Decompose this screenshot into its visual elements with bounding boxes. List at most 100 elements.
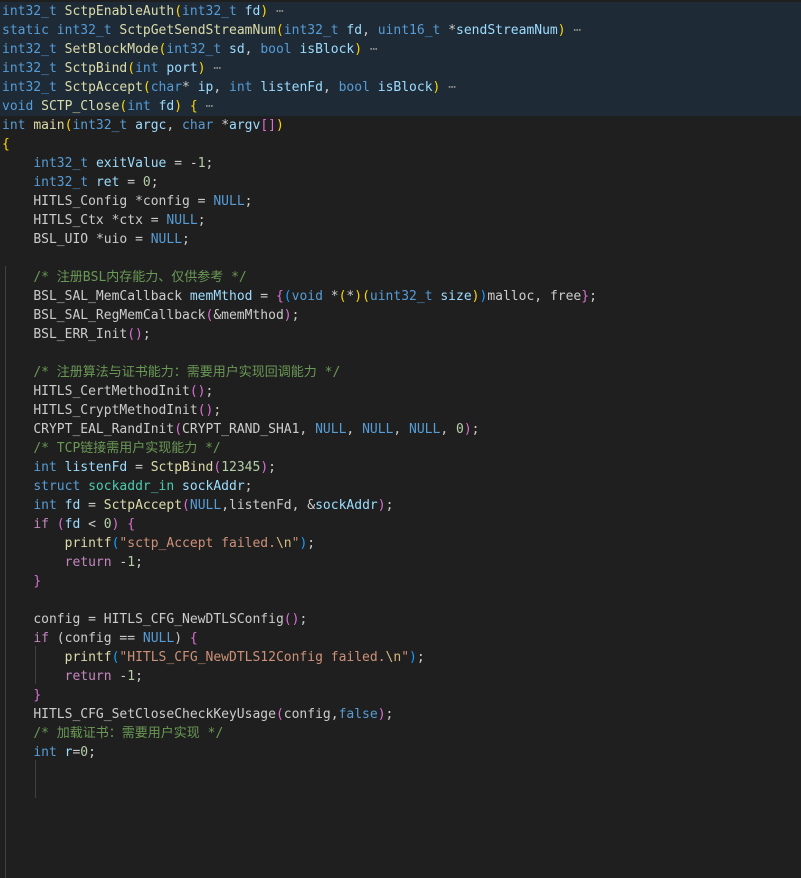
- fold-ellipsis-icon[interactable]: ⋯: [440, 80, 456, 95]
- code-line[interactable]: if (config == NULL) {: [0, 629, 801, 648]
- code-token: HITLS_Ctx: [33, 213, 112, 228]
- code-line[interactable]: BSL_SAL_RegMemCallback(&memMthod);: [0, 306, 801, 325]
- code-token: }: [33, 574, 42, 589]
- code-token: NULL: [213, 194, 245, 209]
- code-token: char: [150, 80, 183, 95]
- code-line[interactable]: if (fd < 0) {: [0, 515, 801, 534]
- code-token: memMthod: [189, 289, 253, 304]
- code-token: ": [401, 650, 410, 665]
- code-line[interactable]: }: [0, 572, 801, 591]
- folded-code-line[interactable]: int32_t SctpEnableAuth(int32_t fd) ⋯: [0, 2, 801, 21]
- code-token: ;: [205, 384, 214, 399]
- code-token: 1: [197, 156, 206, 171]
- code-line[interactable]: [0, 344, 801, 363]
- code-token: ;: [471, 422, 480, 437]
- code-line[interactable]: BSL_UIO *uio = NULL;: [0, 230, 801, 249]
- code-token: ,: [322, 80, 339, 95]
- code-token: *config =: [135, 194, 214, 209]
- code-line[interactable]: int listenFd = SctpBind(12345);: [0, 458, 801, 477]
- code-token: int32_t: [72, 118, 136, 133]
- code-token: /* 注册算法与证书能力：需要用户实现回调能力 */: [33, 365, 341, 380]
- code-line[interactable]: BSL_SAL_MemCallback memMthod = {(void *(…: [0, 287, 801, 306]
- code-token: malloc, free: [487, 289, 582, 304]
- code-line[interactable]: return -1;: [0, 667, 801, 686]
- code-token: (: [182, 498, 190, 513]
- fold-ellipsis-icon[interactable]: ⋯: [566, 23, 581, 38]
- code-line[interactable]: /* TCP链接需用户实现能力 */: [0, 439, 801, 458]
- code-line[interactable]: int32_t exitValue = -1;: [0, 154, 801, 173]
- code-line[interactable]: HITLS_CertMethodInit();: [0, 382, 801, 401]
- code-line[interactable]: int r=0;: [0, 743, 801, 762]
- code-token: ;: [268, 460, 276, 475]
- code-token: (): [189, 384, 206, 399]
- code-token: ;: [197, 213, 206, 228]
- folded-code-line[interactable]: int32_t SetBlockMode(int32_t sd, bool is…: [0, 40, 801, 59]
- code-token: ): [260, 4, 269, 19]
- code-token: ): [174, 99, 183, 114]
- code-line[interactable]: [0, 249, 801, 268]
- code-token: BSL_SAL_RegMemCallback: [33, 308, 206, 323]
- code-token: BSL_ERR_Init: [33, 327, 128, 342]
- code-line[interactable]: struct sockaddr_in sockAddr;: [0, 477, 801, 496]
- code-line[interactable]: [0, 591, 801, 610]
- code-line[interactable]: printf("HITLS_CFG_NewDTLS12Config failed…: [0, 648, 801, 667]
- code-line[interactable]: HITLS_Config *config = NULL;: [0, 192, 801, 211]
- code-line[interactable]: return -1;: [0, 553, 801, 572]
- folded-code-line[interactable]: int32_t SctpAccept(char* ip, int listenF…: [0, 78, 801, 97]
- code-token: ip: [197, 80, 214, 95]
- code-token: main: [33, 118, 65, 133]
- folded-code-line[interactable]: static int32_t SctpGetSendStreamNum(int3…: [0, 21, 801, 40]
- code-line[interactable]: /* 注册BSL内存能力、仅供参考 */: [0, 268, 801, 287]
- code-token: ;: [244, 194, 253, 209]
- code-line[interactable]: /* 注册算法与证书能力：需要用户实现回调能力 */: [0, 363, 801, 382]
- code-line[interactable]: config = HITLS_CFG_NewDTLSConfig();: [0, 610, 801, 629]
- code-token: fd: [244, 4, 261, 19]
- code-token: =: [80, 498, 104, 513]
- code-token: 0: [142, 175, 151, 190]
- code-editor[interactable]: int32_t SctpEnableAuth(int32_t fd) ⋯ stat…: [0, 0, 801, 878]
- code-token: (): [127, 327, 143, 342]
- folded-code-line[interactable]: int32_t SctpBind(int port) ⋯: [0, 59, 801, 78]
- code-token: printf: [64, 536, 112, 551]
- code-line[interactable]: int fd = SctpAccept(NULL,listenFd, &sock…: [0, 496, 801, 515]
- code-line[interactable]: HITLS_CFG_SetCloseCheckKeyUsage(config,f…: [0, 705, 801, 724]
- code-line[interactable]: BSL_ERR_Init();: [0, 325, 801, 344]
- code-token: SctpBind: [64, 61, 128, 76]
- code-line[interactable]: HITLS_CryptMethodInit();: [0, 401, 801, 420]
- code-line[interactable]: int main(int32_t argc, char *argv[]): [0, 116, 801, 135]
- code-line[interactable]: CRYPT_EAL_RandInit(CRYPT_RAND_SHA1, NULL…: [0, 420, 801, 439]
- code-token: port: [166, 61, 198, 76]
- code-token: {: [189, 99, 198, 114]
- code-token: =: [252, 289, 276, 304]
- code-token: *: [330, 289, 339, 304]
- code-token: (: [142, 80, 151, 95]
- fold-ellipsis-icon[interactable]: ⋯: [268, 4, 284, 19]
- code-line[interactable]: {: [0, 135, 801, 154]
- fold-ellipsis-icon[interactable]: ⋯: [206, 61, 221, 76]
- code-line[interactable]: int32_t ret = 0;: [0, 173, 801, 192]
- code-token: }: [33, 688, 42, 703]
- code-token: \n: [385, 650, 402, 665]
- code-line[interactable]: }: [0, 686, 801, 705]
- code-token: int: [127, 99, 159, 114]
- code-token: uint32_t: [369, 289, 441, 304]
- code-token: {: [189, 631, 198, 646]
- code-line[interactable]: printf("sctp_Accept failed.\n");: [0, 534, 801, 553]
- code-token: (): [283, 612, 300, 627]
- code-line[interactable]: /* 加载证书：需要用户实现 */: [0, 724, 801, 743]
- code-token: SCTP_Close: [41, 99, 120, 114]
- code-line[interactable]: HITLS_Ctx *ctx = NULL;: [0, 211, 801, 230]
- fold-ellipsis-icon[interactable]: ⋯: [362, 42, 378, 57]
- code-token: ;: [88, 745, 96, 760]
- fold-ellipsis-icon[interactable]: ⋯: [198, 99, 214, 114]
- code-token: HITLS_CFG_SetCloseCheckKeyUsage: [33, 707, 276, 722]
- folded-code-line[interactable]: void SCTP_Close(int fd) { ⋯: [0, 97, 801, 116]
